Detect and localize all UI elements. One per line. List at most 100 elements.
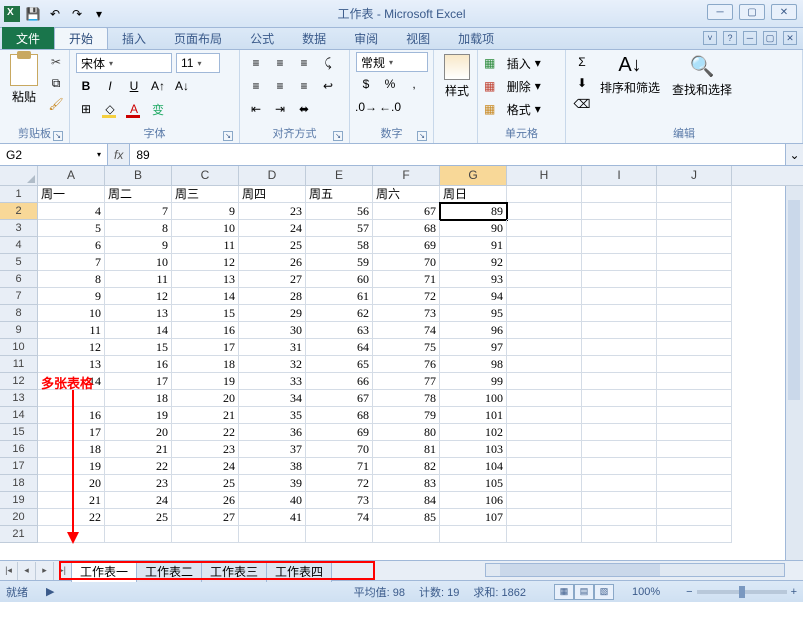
tab-nav-prev[interactable]: ◂ <box>18 562 36 580</box>
number-dialog-launcher[interactable]: ↘ <box>417 131 427 141</box>
cell[interactable] <box>582 458 657 475</box>
cell[interactable] <box>657 526 732 543</box>
cell[interactable] <box>507 373 582 390</box>
cell[interactable] <box>657 254 732 271</box>
cell[interactable]: 67 <box>373 203 440 220</box>
cell[interactable]: 6 <box>38 237 105 254</box>
tab-page-layout[interactable]: 页面布局 <box>160 27 236 49</box>
column-header-I[interactable]: I <box>582 166 657 185</box>
cell[interactable]: 15 <box>105 339 172 356</box>
cell[interactable] <box>657 475 732 492</box>
cell[interactable]: 4 <box>38 203 105 220</box>
cell[interactable] <box>373 526 440 543</box>
close-button[interactable]: ✕ <box>771 4 797 20</box>
cell[interactable]: 78 <box>373 390 440 407</box>
column-header-B[interactable]: B <box>105 166 172 185</box>
cell[interactable]: 71 <box>373 271 440 288</box>
cell[interactable]: 81 <box>373 441 440 458</box>
cell[interactable] <box>582 526 657 543</box>
cell[interactable]: 35 <box>239 407 306 424</box>
sheet-tab[interactable]: 工作表一 <box>71 560 137 582</box>
font-size-combo[interactable]: 11▾ <box>176 53 220 73</box>
column-header-G[interactable]: G <box>440 166 507 185</box>
tab-addins[interactable]: 加载项 <box>444 27 508 49</box>
workbook-close[interactable]: ✕ <box>783 31 797 45</box>
tab-data[interactable]: 数据 <box>288 27 340 49</box>
cell[interactable]: 14 <box>105 322 172 339</box>
qat-undo[interactable]: ↶ <box>46 5 64 23</box>
cell[interactable] <box>507 526 582 543</box>
cell[interactable] <box>582 407 657 424</box>
row-header[interactable]: 11 <box>0 356 38 373</box>
cell[interactable]: 100 <box>440 390 507 407</box>
tab-home[interactable]: 开始 <box>54 27 108 49</box>
cell[interactable] <box>657 288 732 305</box>
row-header[interactable]: 2 <box>0 203 38 220</box>
cell[interactable]: 7 <box>105 203 172 220</box>
cell[interactable]: 97 <box>440 339 507 356</box>
autosum-button[interactable]: Σ <box>572 52 592 72</box>
tab-insert[interactable]: 插入 <box>108 27 160 49</box>
cell[interactable]: 24 <box>105 492 172 509</box>
cell[interactable]: 59 <box>306 254 373 271</box>
cut-button[interactable]: ✂ <box>46 52 66 72</box>
column-header-C[interactable]: C <box>172 166 239 185</box>
cell[interactable]: 10 <box>105 254 172 271</box>
qat-customize-dropdown[interactable]: ▾ <box>90 5 108 23</box>
cell[interactable]: 周一 <box>38 186 105 203</box>
cell[interactable]: 周四 <box>239 186 306 203</box>
cell[interactable] <box>657 203 732 220</box>
zoom-slider[interactable] <box>697 590 787 594</box>
cell[interactable] <box>582 356 657 373</box>
delete-cells-button[interactable]: ▦ 删除 ▾ <box>484 75 541 97</box>
row-header[interactable]: 13 <box>0 390 38 407</box>
cell[interactable] <box>172 526 239 543</box>
cell[interactable]: 13 <box>172 271 239 288</box>
border-button[interactable]: ⊞ <box>76 99 96 119</box>
cell[interactable] <box>582 305 657 322</box>
cell[interactable] <box>507 220 582 237</box>
insert-cells-button[interactable]: ▦ 插入 ▾ <box>484 52 541 74</box>
cell[interactable]: 74 <box>306 509 373 526</box>
increase-decimal[interactable]: .0→ <box>356 97 376 117</box>
cell[interactable] <box>507 356 582 373</box>
cell[interactable]: 32 <box>239 356 306 373</box>
cell[interactable]: 106 <box>440 492 507 509</box>
increase-indent[interactable]: ⇥ <box>270 99 290 119</box>
decrease-decimal[interactable]: ←.0 <box>380 97 400 117</box>
column-header-J[interactable]: J <box>657 166 732 185</box>
cell[interactable]: 15 <box>172 305 239 322</box>
align-top[interactable]: ≡ <box>246 53 266 73</box>
cell[interactable]: 18 <box>172 356 239 373</box>
cell[interactable] <box>657 509 732 526</box>
help-icon[interactable]: ? <box>723 31 737 45</box>
cell[interactable]: 38 <box>239 458 306 475</box>
cell[interactable]: 66 <box>306 373 373 390</box>
cell[interactable]: 91 <box>440 237 507 254</box>
row-header[interactable]: 8 <box>0 305 38 322</box>
cell[interactable] <box>582 186 657 203</box>
cell[interactable]: 107 <box>440 509 507 526</box>
cell[interactable]: 103 <box>440 441 507 458</box>
cell[interactable] <box>507 186 582 203</box>
merge-button[interactable]: ⬌ <box>294 99 314 119</box>
cell[interactable]: 41 <box>239 509 306 526</box>
number-format-combo[interactable]: 常规▾ <box>356 52 428 72</box>
cell[interactable] <box>657 339 732 356</box>
zoom-in[interactable]: + <box>791 586 797 598</box>
cell[interactable]: 9 <box>105 237 172 254</box>
cell[interactable]: 17 <box>172 339 239 356</box>
cell[interactable]: 9 <box>172 203 239 220</box>
cell[interactable]: 20 <box>105 424 172 441</box>
cell[interactable] <box>582 390 657 407</box>
comma-button[interactable]: , <box>404 74 424 94</box>
zoom-level[interactable]: 100% <box>632 586 660 598</box>
ribbon-minimize-icon[interactable]: ˅ <box>703 31 717 45</box>
cell[interactable]: 21 <box>172 407 239 424</box>
cell[interactable]: 7 <box>38 254 105 271</box>
row-header[interactable]: 3 <box>0 220 38 237</box>
cell[interactable] <box>507 458 582 475</box>
cell[interactable]: 72 <box>373 288 440 305</box>
workbook-minimize[interactable]: ─ <box>743 31 757 45</box>
cell[interactable]: 104 <box>440 458 507 475</box>
